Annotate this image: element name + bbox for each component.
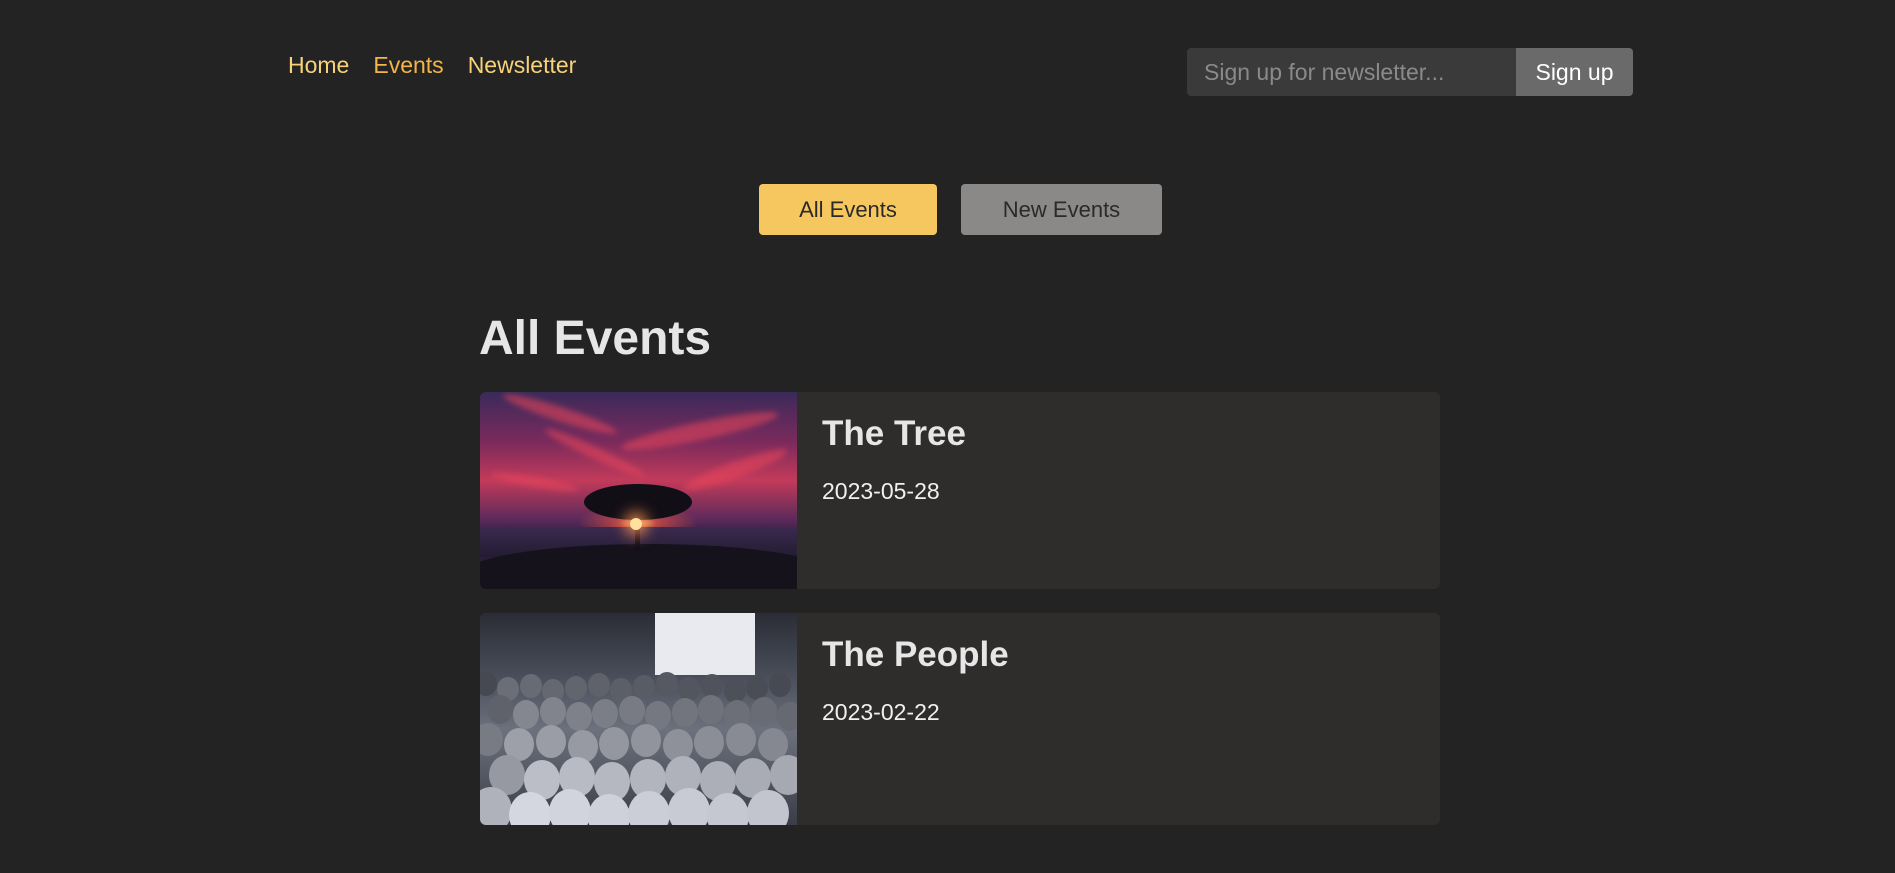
event-date: 2023-05-28: [822, 478, 940, 504]
audience-crowd-image: [480, 613, 797, 825]
page-title: All Events: [479, 312, 712, 365]
nav-home-link[interactable]: Home: [288, 51, 349, 79]
newsletter-email-input[interactable]: [1187, 48, 1516, 96]
all-events-filter-button[interactable]: All Events: [759, 184, 937, 235]
nav-events-link[interactable]: Events: [373, 51, 443, 79]
newsletter-form: Sign up: [1187, 48, 1633, 96]
sign-up-button[interactable]: Sign up: [1516, 48, 1633, 96]
event-card-body: The Tree 2023-05-28: [797, 392, 966, 589]
event-card[interactable]: The People 2023-02-22: [480, 613, 1440, 825]
event-card-body: The People 2023-02-22: [797, 613, 1009, 825]
event-filter-group: All Events New Events: [759, 184, 1162, 235]
nav-newsletter-link[interactable]: Newsletter: [468, 51, 577, 79]
tree-sunset-image: [480, 392, 797, 589]
event-date: 2023-02-22: [822, 699, 940, 725]
event-title: The Tree: [822, 414, 966, 453]
event-title: The People: [822, 635, 1009, 674]
event-card[interactable]: The Tree 2023-05-28: [480, 392, 1440, 589]
new-events-filter-button[interactable]: New Events: [961, 184, 1162, 235]
main-nav: Home Events Newsletter: [288, 51, 576, 79]
